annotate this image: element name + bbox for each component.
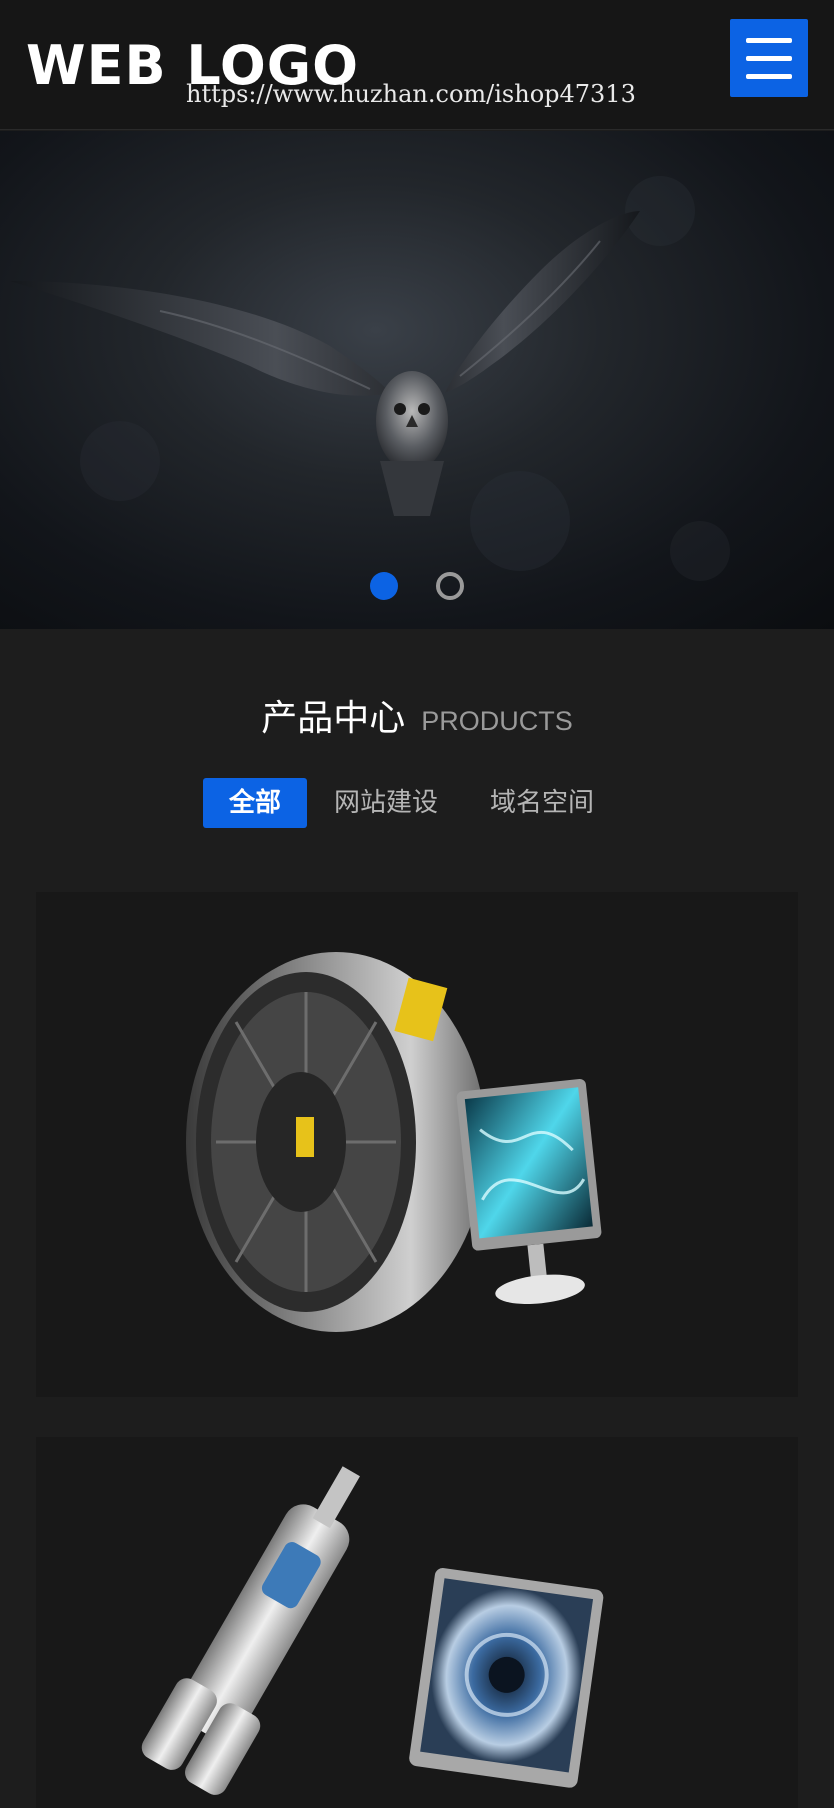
menu-bar <box>746 38 792 43</box>
tab-website-building[interactable]: 网站建设 <box>322 778 450 828</box>
product-card[interactable] <box>36 1437 798 1808</box>
owl-image <box>10 176 730 581</box>
product-card[interactable] <box>36 892 798 1397</box>
tab-domain-hosting[interactable]: 域名空间 <box>478 778 606 828</box>
slider-dot-2[interactable] <box>436 572 464 600</box>
network-drive-image <box>186 952 602 1332</box>
hamburger-menu-icon[interactable] <box>730 19 808 97</box>
product-tabs: 全部 网站建设 域名空间 <box>0 778 834 828</box>
slider-dot-1[interactable] <box>370 572 398 600</box>
menu-bar <box>746 74 792 79</box>
section-title: 产品中心 PRODUCTS <box>0 692 834 752</box>
tab-all[interactable]: 全部 <box>203 778 307 828</box>
section-title-cn: 产品中心 <box>261 698 406 739</box>
site-header: WEB LOGO https://www.huzhan.com/ishop473… <box>0 0 834 130</box>
menu-bar <box>746 56 792 61</box>
watermark-url: https://www.huzhan.com/ishop47313 <box>186 80 636 108</box>
section-title-en: PRODUCTS <box>421 706 573 736</box>
telescope-image <box>141 1466 604 1795</box>
hero-banner[interactable] <box>0 131 834 629</box>
